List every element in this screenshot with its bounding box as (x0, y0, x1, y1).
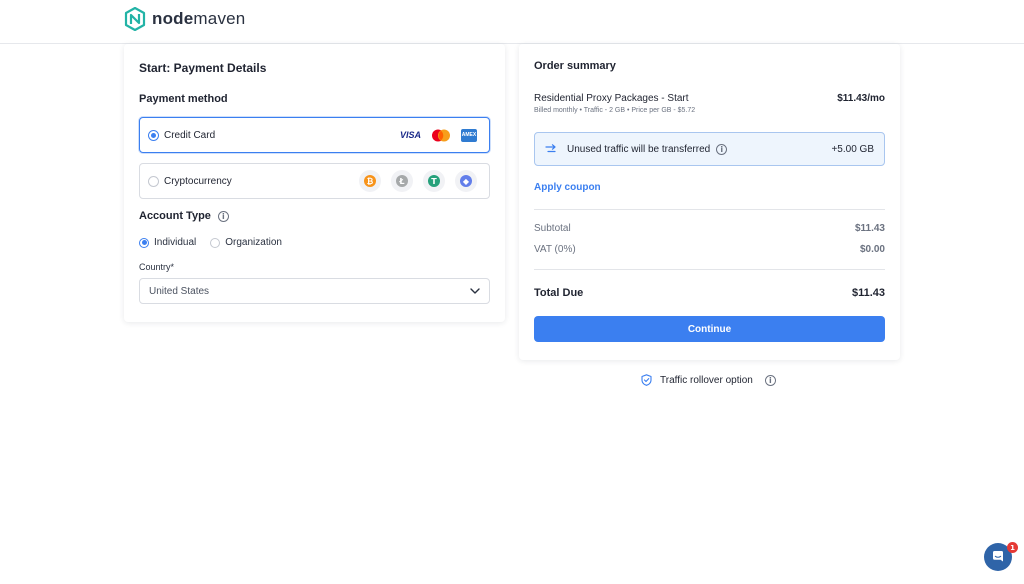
litecoin-icon: Ł (391, 170, 413, 192)
transfer-info-icon[interactable]: i (716, 143, 728, 155)
amex-icon: AMEX (461, 128, 477, 142)
transfer-text: Unused traffic will be transferred (567, 143, 711, 155)
subtotal-value: $11.43 (854, 223, 885, 234)
account-type-organization[interactable]: Organization (210, 237, 282, 248)
transfer-arrows-icon (545, 144, 556, 153)
individual-label: Individual (154, 237, 197, 248)
account-type-title: Account Type (139, 210, 211, 222)
country-label: Country* (139, 262, 175, 272)
country-select[interactable]: United States (139, 278, 490, 304)
vat-label: VAT (0%) (534, 244, 576, 255)
payment-details-card: Start: Payment Details Payment method Cr… (124, 44, 505, 322)
subtotal-row: Subtotal $11.43 (534, 223, 885, 234)
credit-card-label: Credit Card (164, 129, 216, 141)
top-bar: nodemaven (0, 0, 1024, 44)
continue-button[interactable]: Continue (534, 316, 885, 342)
account-type-options: Individual Organization (139, 237, 296, 248)
payment-method-heading: Payment method (139, 93, 228, 105)
chat-notification-badge: 1 (1007, 542, 1018, 553)
chevron-down-icon (470, 288, 480, 294)
organization-label: Organization (225, 237, 282, 248)
total-due-value: $11.43 (851, 287, 885, 299)
country-value: United States (149, 285, 210, 297)
traffic-rollover-option[interactable]: Traffic rollover option i (641, 374, 776, 386)
tether-icon: T (423, 170, 445, 192)
subtotal-label: Subtotal (534, 223, 571, 234)
bitcoin-icon: ₿ (359, 170, 381, 192)
nodemaven-logo[interactable]: nodemaven (124, 7, 245, 31)
account-type-heading: Account Type i (139, 210, 229, 222)
vat-row: VAT (0%) $0.00 (534, 244, 885, 255)
account-type-individual[interactable]: Individual (139, 237, 196, 248)
apply-coupon-link[interactable]: Apply coupon (534, 182, 601, 193)
product-meta: Billed monthly • Traffic - 2 GB • Price … (534, 107, 696, 114)
total-due-label: Total Due (534, 287, 584, 299)
payment-option-credit-card[interactable]: Credit Card VISA AMEX (139, 117, 490, 153)
nodemaven-logo-icon (124, 7, 146, 31)
product-row: Residential Proxy Packages - Start $11.4… (534, 93, 885, 104)
product-name: Residential Proxy Packages - Start (534, 93, 689, 104)
total-row: Total Due $11.43 (534, 287, 885, 299)
cryptocurrency-radio[interactable] (148, 175, 159, 187)
product-price: $11.43/mo (837, 93, 885, 104)
visa-icon: VISA (399, 130, 421, 140)
traffic-transfer-banner: Unused traffic will be transferred i +5.… (534, 132, 885, 166)
chat-icon (993, 551, 1003, 562)
cryptocurrency-label: Cryptocurrency (164, 175, 232, 187)
ethereum-icon: ◆ (455, 170, 477, 192)
payment-details-title: Start: Payment Details (139, 61, 267, 75)
shield-check-icon (641, 374, 652, 386)
organization-radio[interactable] (210, 237, 221, 248)
divider (534, 269, 885, 270)
order-summary-title: Order summary (534, 60, 616, 72)
vat-value: $0.00 (859, 244, 885, 255)
mastercard-icon (432, 129, 450, 141)
traffic-rollover-label: Traffic rollover option (660, 374, 753, 386)
payment-option-cryptocurrency[interactable]: Cryptocurrency ₿ Ł T ◆ (139, 163, 490, 199)
logo-text: nodemaven (152, 9, 246, 28)
individual-radio[interactable] (139, 237, 149, 248)
account-type-info-icon[interactable]: i (217, 210, 229, 222)
rollover-info-icon[interactable]: i (764, 374, 776, 386)
divider (534, 209, 885, 210)
credit-card-radio[interactable] (148, 129, 159, 141)
transfer-amount: +5.00 GB (831, 143, 874, 155)
order-summary-card: Order summary Residential Proxy Packages… (519, 44, 900, 360)
